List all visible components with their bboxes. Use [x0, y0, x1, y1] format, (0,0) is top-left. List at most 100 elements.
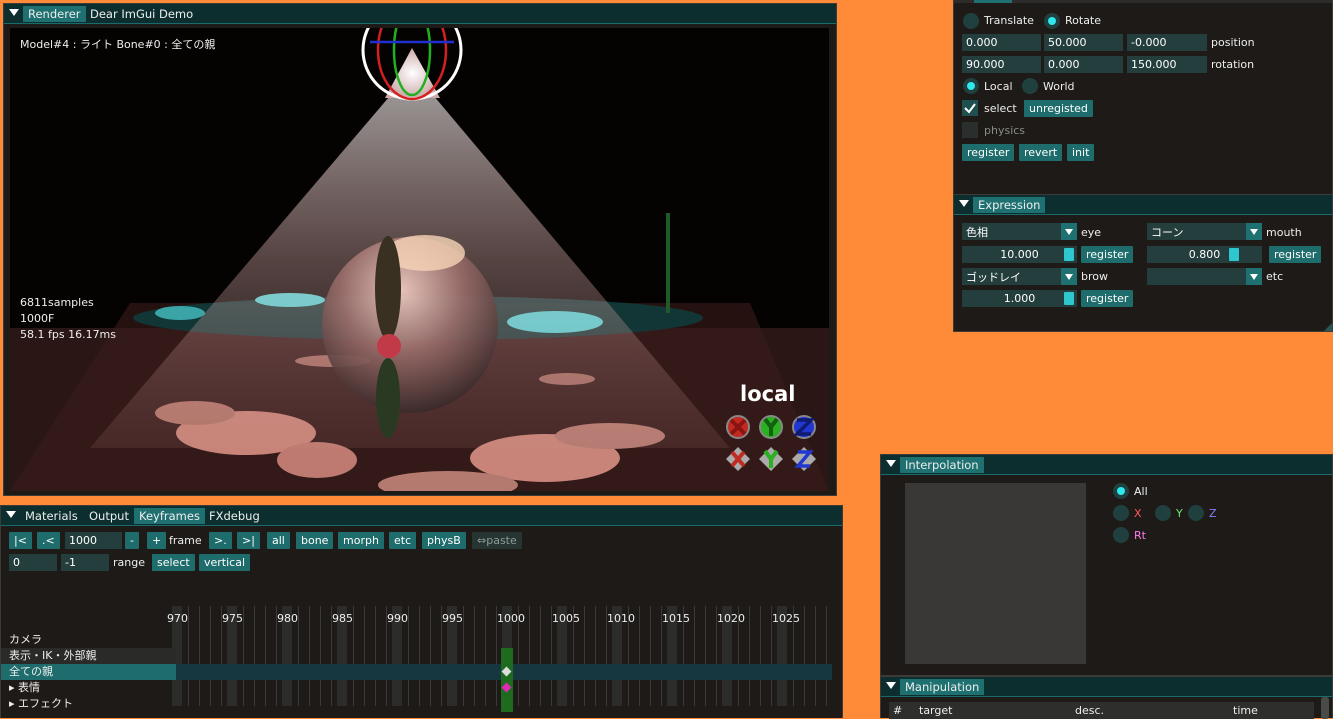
chevron-down-icon: [1061, 268, 1077, 285]
x-move-icon[interactable]: [726, 415, 750, 439]
collapse-icon[interactable]: [886, 682, 896, 689]
track-label[interactable]: 表示・IK・外部親: [1, 648, 176, 664]
filter-physb-button[interactable]: physB: [422, 532, 466, 549]
y-rotate-icon[interactable]: [759, 447, 783, 471]
frame-input[interactable]: 1000: [65, 532, 122, 549]
eye-slider-grab[interactable]: [1064, 248, 1074, 261]
prev-key-button[interactable]: .<: [37, 532, 60, 549]
position-z-field[interactable]: -0.000: [1127, 34, 1207, 51]
mouth-combo[interactable]: コーン: [1147, 223, 1262, 240]
viewport[interactable]: Model#4 : ライト Bone#0 : 全ての親 6811samples …: [10, 28, 829, 491]
tab-renderer[interactable]: Renderer: [23, 6, 86, 22]
timeline-row[interactable]: 表示・IK・外部親: [1, 648, 832, 664]
filter-morph-button[interactable]: morph: [338, 532, 384, 549]
paste-button[interactable]: ⇔paste: [472, 532, 522, 549]
first-frame-button[interactable]: |<: [9, 532, 32, 549]
select-button[interactable]: select: [152, 554, 195, 571]
tab-fxdebug[interactable]: FXdebug: [204, 508, 265, 524]
curve-editor[interactable]: [905, 483, 1086, 664]
mouth-slider[interactable]: 0.800: [1147, 246, 1262, 263]
position-x-field[interactable]: 0.000: [962, 34, 1041, 51]
last-frame-button[interactable]: >|: [237, 532, 260, 549]
eye-slider[interactable]: 10.000: [962, 246, 1077, 263]
tab-output[interactable]: Output: [84, 508, 134, 524]
all-radio[interactable]: [1113, 483, 1129, 499]
y-radio[interactable]: [1155, 505, 1171, 521]
col-target[interactable]: target: [919, 704, 952, 717]
init-button[interactable]: init: [1067, 144, 1095, 161]
rotate-radio[interactable]: [1044, 13, 1060, 29]
renderer-titlebar: Renderer Dear ImGui Demo: [4, 4, 836, 24]
revert-button[interactable]: revert: [1019, 144, 1063, 161]
filter-bone-button[interactable]: bone: [296, 532, 334, 549]
z-radio[interactable]: [1188, 505, 1204, 521]
tick-label: 990: [387, 612, 408, 625]
eye-combo-value: 色相: [966, 226, 988, 239]
renderer-window: Renderer Dear ImGui Demo Model#4: ライト B…: [3, 3, 837, 496]
mouth-slider-grab[interactable]: [1229, 248, 1239, 261]
range-start-input[interactable]: 0: [9, 554, 57, 571]
tick-label: 985: [332, 612, 353, 625]
eye-label: eye: [1081, 226, 1102, 239]
track-label[interactable]: 全ての親: [1, 664, 176, 680]
range-label: range: [113, 556, 145, 569]
collapse-icon[interactable]: [9, 9, 19, 16]
translate-radio[interactable]: [963, 13, 979, 29]
frame-plus-button[interactable]: +: [147, 532, 167, 549]
collapse-icon[interactable]: [886, 460, 896, 467]
model-info: Model#4 : ライト Bone#0 : 全ての親: [20, 38, 216, 51]
z-move-icon[interactable]: [792, 415, 816, 439]
keyframes-titlebar: Materials Output Keyframes FXdebug: [1, 506, 842, 526]
collapse-icon[interactable]: [6, 511, 16, 518]
filter-etc-button[interactable]: etc: [389, 532, 417, 549]
track-label[interactable]: ▸ エフェクト: [1, 696, 176, 712]
range-end-input[interactable]: -1: [61, 554, 109, 571]
position-y-field[interactable]: 50.000: [1044, 34, 1123, 51]
etc-combo[interactable]: [1147, 268, 1262, 285]
brow-combo[interactable]: ゴッドレイ: [962, 268, 1077, 285]
x-rotate-icon[interactable]: [726, 447, 750, 471]
eye-register-button[interactable]: register: [1081, 246, 1134, 263]
collapse-icon[interactable]: [959, 200, 969, 207]
rotation-x-field[interactable]: 90.000: [962, 56, 1041, 73]
rotation-z-field[interactable]: 150.000: [1127, 56, 1207, 73]
translate-label: Translate: [984, 14, 1034, 27]
col-index[interactable]: #: [893, 704, 902, 717]
physics-checkbox[interactable]: [962, 122, 978, 138]
filter-all-button[interactable]: all: [267, 532, 290, 549]
vertical-button[interactable]: vertical: [199, 554, 251, 571]
track-label[interactable]: ▸ 表情: [1, 680, 176, 696]
col-time[interactable]: time: [1233, 704, 1258, 717]
unregisted-button[interactable]: unregisted: [1024, 100, 1093, 117]
manipulation-titlebar: Manipulation: [881, 677, 1332, 697]
tab-keyframes[interactable]: Keyframes: [134, 508, 205, 524]
timeline-row[interactable]: 全ての親: [1, 664, 832, 680]
y-move-icon[interactable]: [759, 415, 783, 439]
brow-slider[interactable]: 1.000: [962, 290, 1077, 307]
resize-grip[interactable]: [1324, 323, 1332, 331]
select-checkbox[interactable]: [962, 100, 978, 116]
frame-minus-button[interactable]: -: [125, 532, 139, 549]
eye-combo[interactable]: 色相: [962, 223, 1077, 240]
brow-register-button[interactable]: register: [1081, 290, 1134, 307]
rotation-y-field[interactable]: 0.000: [1044, 56, 1123, 73]
register-button[interactable]: register: [962, 144, 1015, 161]
rt-radio[interactable]: [1113, 527, 1129, 543]
timeline-row[interactable]: カメラ: [1, 632, 832, 648]
mouth-register-button[interactable]: register: [1269, 246, 1322, 263]
track-label[interactable]: カメラ: [1, 632, 176, 648]
world-radio[interactable]: [1022, 78, 1038, 94]
local-radio[interactable]: [963, 78, 979, 94]
timeline-row[interactable]: ▸ 表情: [1, 680, 832, 696]
tab-imgui-demo[interactable]: Dear ImGui Demo: [85, 6, 198, 22]
z-rotate-icon[interactable]: [792, 447, 816, 471]
next-key-button[interactable]: >.: [209, 532, 232, 549]
col-desc[interactable]: desc.: [1075, 704, 1104, 717]
scrollbar[interactable]: [1321, 697, 1329, 719]
timeline[interactable]: 970 975 980 985 990 995 1000 1005 1010 1015 1020 10…: [1, 606, 844, 719]
timeline-row[interactable]: ▸ エフェクト: [1, 696, 832, 712]
tab-materials[interactable]: Materials: [20, 508, 83, 524]
x-radio[interactable]: [1113, 505, 1129, 521]
brow-slider-grab[interactable]: [1064, 292, 1074, 305]
tick-label: 980: [277, 612, 298, 625]
